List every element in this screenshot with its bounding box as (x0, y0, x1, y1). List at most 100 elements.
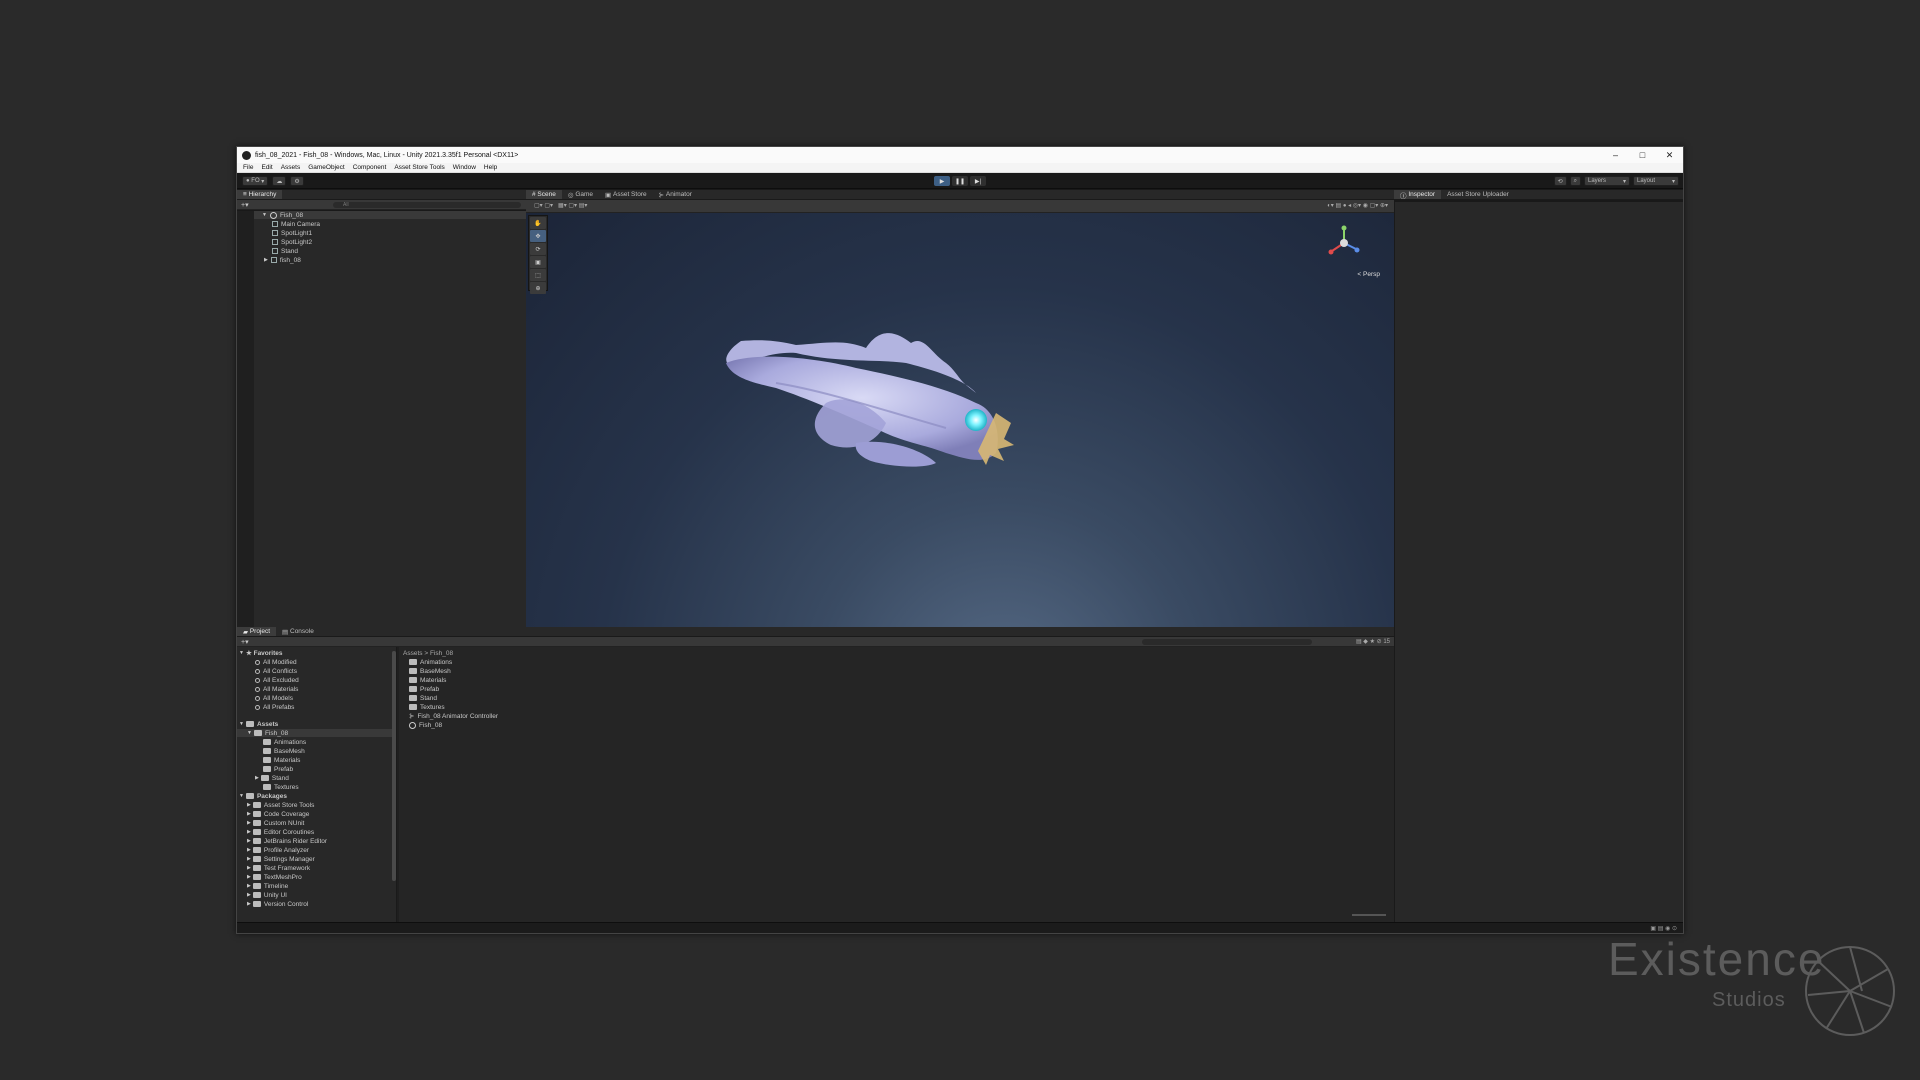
asset-item[interactable]: Animations (409, 658, 452, 666)
draw-mode-dropdown[interactable]: ▢▾ ▢▾ ▦▾ ▢▾ ▤▾ (534, 202, 587, 209)
asset-item[interactable]: Materials (409, 676, 446, 684)
scene-view-options[interactable]: ◐▾ ▤ ● ◂ ◎▾ ◉ ▢▾ ⊕▾ (1327, 202, 1388, 209)
account-button[interactable]: ● FO ▾ (242, 176, 269, 186)
breadcrumb-assets[interactable]: Assets (403, 650, 423, 657)
favorite-item[interactable]: All Modified (255, 658, 297, 666)
tab-game[interactable]: ◎ Game (562, 190, 599, 199)
hierarchy-item-fish-08-mesh[interactable]: ▶ fish_08 (264, 256, 301, 264)
folder-fish-08[interactable]: ▼ Fish_08 (237, 729, 395, 737)
icon-size-slider[interactable] (1352, 914, 1386, 916)
tab-project[interactable]: ▰ Project (237, 627, 277, 636)
hierarchy-search-input[interactable]: All (333, 202, 521, 208)
hand-tool-icon[interactable]: ✋ (530, 217, 546, 229)
folder-item[interactable]: Materials (263, 756, 300, 764)
chevron-down-icon: ▼ (262, 212, 267, 218)
move-tool-icon[interactable]: ✥ (530, 230, 546, 242)
tab-asset-store-uploader[interactable]: Asset Store Uploader (1441, 190, 1515, 199)
breadcrumb-fish-08[interactable]: Fish_08 (430, 650, 453, 657)
menu-window[interactable]: Window (453, 164, 476, 171)
favorite-item[interactable]: All Prefabs (255, 703, 294, 711)
menu-asset-store-tools[interactable]: Asset Store Tools (394, 164, 444, 171)
folder-item[interactable]: Prefab (263, 765, 293, 773)
breadcrumb: Assets > Fish_08 (403, 649, 454, 657)
orientation-gizmo[interactable] (1328, 225, 1360, 255)
package-item[interactable]: ▶ Unity UI (247, 891, 287, 899)
folder-item[interactable]: BaseMesh (263, 747, 305, 755)
asset-item[interactable]: Prefab (409, 685, 439, 693)
folder-item[interactable]: Textures (263, 783, 299, 791)
pause-button[interactable]: ❚❚ (952, 176, 968, 186)
tab-scene[interactable]: # Scene (526, 190, 562, 199)
settings-icon: ⚙ (294, 178, 300, 185)
favorite-item[interactable]: All Excluded (255, 676, 299, 684)
packages-group[interactable]: ▼ Packages (239, 792, 287, 800)
folder-item[interactable]: Animations (263, 738, 306, 746)
search-button[interactable]: ⌕ (1569, 176, 1581, 186)
play-button[interactable]: ▶ (934, 176, 950, 186)
favorite-item[interactable]: All Conflicts (255, 667, 297, 675)
tab-hierarchy[interactable]: ≡ Hierarchy (237, 190, 283, 199)
scrollbar[interactable] (392, 651, 396, 881)
favorites-group[interactable]: ▼ ★ Favorites (239, 649, 283, 658)
scale-tool-icon[interactable]: ▣ (530, 256, 546, 268)
package-item[interactable]: ▶ TextMeshPro (247, 873, 302, 881)
prefab-icon (270, 257, 277, 263)
hierarchy-item-stand[interactable]: Stand (272, 247, 298, 255)
collab-button[interactable]: ⚙ (290, 176, 304, 186)
hierarchy-item-spotlight1[interactable]: SpotLight1 (272, 229, 312, 237)
package-item[interactable]: ▶ Version Control (247, 900, 308, 908)
menu-assets[interactable]: Assets (281, 164, 301, 171)
folder-item[interactable]: ▶ Stand (255, 774, 289, 782)
history-icon: ⟲ (1557, 178, 1563, 185)
package-item[interactable]: ▶ Custom NUnit (247, 819, 304, 827)
project-contents: Assets > Fish_08 Animations BaseMesh Mat… (399, 647, 1394, 922)
favorite-item[interactable]: All Materials (255, 685, 298, 693)
package-item[interactable]: ▶ Profile Analyzer (247, 846, 309, 854)
hierarchy-item-fish-08[interactable]: ▼ Fish_08 (254, 211, 526, 219)
package-item[interactable]: ▶ JetBrains Rider Editor (247, 837, 327, 845)
layout-dropdown[interactable]: Layout ▾ (1633, 176, 1679, 186)
package-item[interactable]: ▶ Asset Store Tools (247, 801, 314, 809)
menu-edit[interactable]: Edit (261, 164, 272, 171)
layers-dropdown[interactable]: Layers ▾ (1584, 176, 1630, 186)
transform-tool-icon[interactable]: ⊕ (530, 282, 546, 294)
hierarchy-item-spotlight2[interactable]: SpotLight2 (272, 238, 312, 246)
package-item[interactable]: ▶ Editor Coroutines (247, 828, 314, 836)
maximize-icon[interactable]: □ (1629, 147, 1656, 163)
add-icon[interactable]: +▾ (241, 201, 249, 209)
package-item[interactable]: ▶ Settings Manager (247, 855, 315, 863)
tab-animator[interactable]: ⊱ Animator (653, 190, 698, 199)
asset-item[interactable]: Textures (409, 703, 445, 711)
hierarchy-item-main-camera[interactable]: Main Camera (272, 220, 320, 228)
menu-component[interactable]: Component (353, 164, 387, 171)
assets-group[interactable]: ▼ Assets (239, 720, 278, 728)
tab-asset-store[interactable]: ▣ Asset Store (599, 190, 653, 199)
tab-console[interactable]: ▤ Console (276, 627, 320, 636)
package-item[interactable]: ▶ Timeline (247, 882, 288, 890)
favorite-item[interactable]: All Models (255, 694, 293, 702)
menu-help[interactable]: Help (484, 164, 497, 171)
rotate-tool-icon[interactable]: ⟳ (530, 243, 546, 255)
package-item[interactable]: ▶ Test Framework (247, 864, 310, 872)
cloud-button[interactable]: ☁ (272, 176, 287, 186)
create-asset-icon[interactable]: +▾ (241, 638, 249, 646)
asset-item[interactable]: ⊱ Fish_08 Animator Controller (409, 712, 498, 721)
package-item[interactable]: ▶ Code Coverage (247, 810, 309, 818)
scene-viewport[interactable]: < Persp (526, 213, 1394, 629)
animator-controller-icon: ⊱ (409, 713, 415, 720)
tab-inspector[interactable]: ⓘ Inspector (1394, 190, 1442, 200)
history-button[interactable]: ⟲ (1553, 176, 1567, 186)
persp-label[interactable]: < Persp (1357, 271, 1380, 278)
minimize-icon[interactable]: – (1602, 147, 1629, 163)
project-search-input[interactable] (1142, 639, 1312, 645)
step-button[interactable]: ▶| (970, 176, 986, 186)
menu-file[interactable]: File (243, 164, 253, 171)
close-icon[interactable]: ✕ (1656, 147, 1683, 163)
project-filter-icons[interactable]: ▤ ◆ ★ ⊘ 15 (1356, 638, 1390, 645)
folder-icon (409, 659, 417, 665)
asset-item[interactable]: Stand (409, 694, 437, 702)
menu-gameobject[interactable]: GameObject (308, 164, 345, 171)
asset-item[interactable]: Fish_08 (409, 721, 442, 729)
rect-tool-icon[interactable]: ⬚ (530, 269, 546, 281)
asset-item[interactable]: BaseMesh (409, 667, 451, 675)
